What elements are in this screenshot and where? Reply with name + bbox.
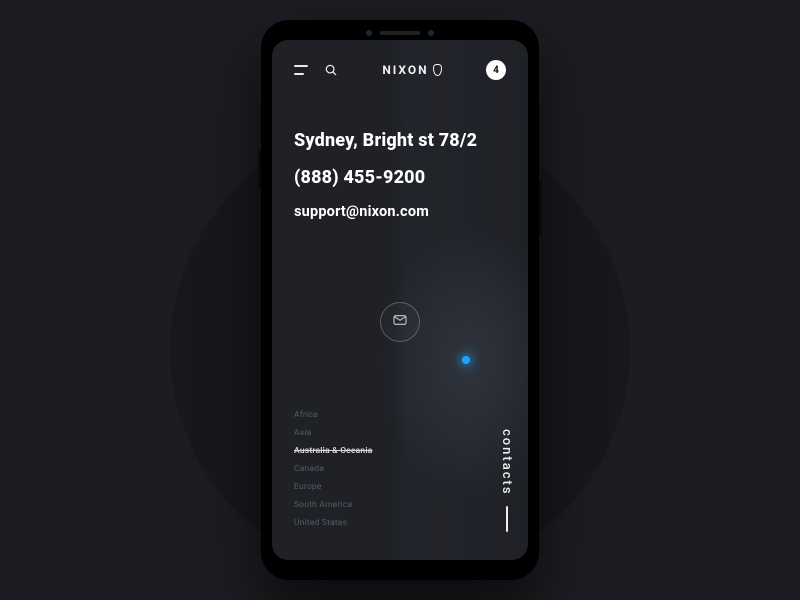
mail-button[interactable] xyxy=(380,302,420,342)
contact-email[interactable]: support@nixon.com xyxy=(294,203,506,221)
top-bar: NIXON 4 xyxy=(294,58,506,82)
region-item-australia-oceania[interactable]: Australia & Oceania xyxy=(294,446,373,456)
brand-logo[interactable]: NIXON xyxy=(382,63,441,77)
contact-address: Sydney, Bright st 78/2 xyxy=(294,130,506,153)
page-label-line xyxy=(506,506,508,532)
region-item-asia[interactable]: Asia xyxy=(294,428,373,438)
page-label: contacts xyxy=(499,429,514,532)
mail-icon xyxy=(392,312,408,332)
phone-sensor xyxy=(428,30,434,36)
brand-mark-icon xyxy=(433,64,442,76)
phone-button-right xyxy=(539,180,542,235)
page-label-text: contacts xyxy=(499,429,514,496)
contact-phone[interactable]: (888) 455-9200 xyxy=(294,167,506,190)
region-item-south-america[interactable]: South America xyxy=(294,500,373,510)
screen: NIXON 4 Sydney, Bright st 78/2 (888) 455… xyxy=(272,40,528,560)
phone-frame: NIXON 4 Sydney, Bright st 78/2 (888) 455… xyxy=(261,20,539,580)
search-icon[interactable] xyxy=(324,63,338,77)
region-list: Africa Asia Australia & Oceania Canada E… xyxy=(294,410,373,528)
region-item-europe[interactable]: Europe xyxy=(294,482,373,492)
menu-icon[interactable] xyxy=(294,65,310,75)
contact-block: Sydney, Bright st 78/2 (888) 455-9200 su… xyxy=(294,130,506,221)
brand-text: NIXON xyxy=(382,63,428,77)
region-item-united-states[interactable]: United States xyxy=(294,518,373,528)
phone-sensors xyxy=(366,30,434,36)
region-item-canada[interactable]: Canada xyxy=(294,464,373,474)
phone-button-left xyxy=(258,150,261,190)
cart-badge[interactable]: 4 xyxy=(486,60,506,80)
phone-speaker xyxy=(380,31,420,35)
phone-camera xyxy=(366,30,372,36)
cart-count: 4 xyxy=(493,65,499,76)
region-item-africa[interactable]: Africa xyxy=(294,410,373,420)
